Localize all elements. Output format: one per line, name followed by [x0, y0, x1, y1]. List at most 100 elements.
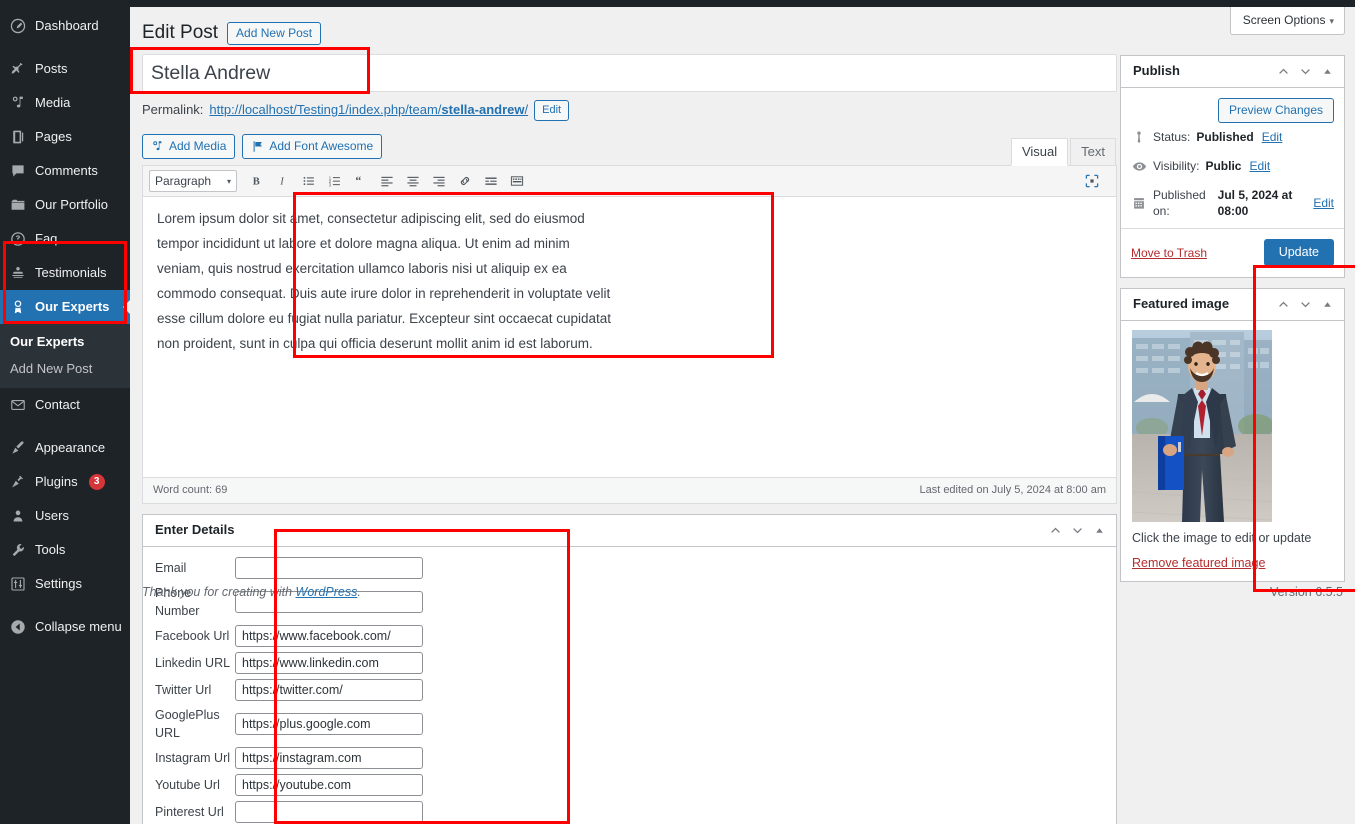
- bold-icon[interactable]: B: [245, 170, 269, 192]
- align-left-icon[interactable]: [375, 170, 399, 192]
- sidebar-item-testimonials[interactable]: Testimonials: [0, 256, 130, 290]
- content-editor: Visual Text Paragraph ▾ B I 123 “ Lorem …: [142, 138, 1117, 505]
- sidebar-item-media[interactable]: Media: [0, 86, 130, 120]
- googleplus-url-field[interactable]: [235, 713, 423, 736]
- sidebar-item-label: Contact: [35, 397, 80, 412]
- move-down-icon[interactable]: [1299, 298, 1312, 311]
- move-down-icon[interactable]: [1071, 524, 1084, 537]
- featured-image-photo: [1132, 330, 1272, 522]
- field-label: GooglePlus URL: [155, 708, 220, 741]
- envelope-icon: [9, 396, 27, 414]
- fullscreen-icon[interactable]: [1080, 170, 1104, 192]
- sidebar-item-collapse-menu[interactable]: Collapse menu: [0, 610, 130, 644]
- edit-visibility-link[interactable]: Edit: [1249, 158, 1270, 174]
- numbered-list-icon[interactable]: 123: [323, 170, 347, 192]
- svg-text:3: 3: [329, 183, 332, 188]
- align-right-icon[interactable]: [427, 170, 451, 192]
- sidebar-item-tools[interactable]: Tools: [0, 533, 130, 567]
- editor-toolbar-wrapper: Visual Text Paragraph ▾ B I 123 “: [143, 138, 1116, 198]
- italic-icon[interactable]: I: [271, 170, 295, 192]
- field-label: Instagram Url: [155, 751, 231, 766]
- pin-icon: [9, 60, 27, 78]
- toolbar-toggle-icon[interactable]: [505, 170, 529, 192]
- sidebar-item-faq[interactable]: Faq: [0, 222, 130, 256]
- dashboard-icon: [9, 17, 27, 35]
- move-up-icon[interactable]: [1277, 65, 1290, 78]
- sidebar-item-posts[interactable]: Posts: [0, 52, 130, 86]
- pinterest-url-field[interactable]: [235, 801, 423, 824]
- bulleted-list-icon[interactable]: [297, 170, 321, 192]
- move-to-trash-link[interactable]: Move to Trash: [1131, 246, 1207, 260]
- sidebar-item-plugins[interactable]: Plugins 3: [0, 465, 130, 499]
- linkedin-url-field[interactable]: [235, 652, 423, 675]
- instagram-url-field[interactable]: [235, 747, 423, 770]
- submenu-item-label: Add New Post: [10, 361, 93, 376]
- toggle-panel-icon[interactable]: [1321, 298, 1334, 311]
- add-new-post-button[interactable]: Add New Post: [227, 21, 322, 45]
- update-button[interactable]: Update: [1263, 239, 1334, 266]
- edit-status-link[interactable]: Edit: [1262, 129, 1283, 145]
- permalink-link[interactable]: http://localhost/Testing1/index.php/team…: [209, 98, 528, 122]
- post-title-wrapper: [142, 54, 1117, 93]
- admin-bar: [130, 0, 1355, 7]
- email-field[interactable]: [235, 557, 423, 580]
- facebook-url-field[interactable]: [235, 625, 423, 648]
- remove-featured-image-link[interactable]: Remove featured image: [1132, 556, 1333, 570]
- link-icon[interactable]: [453, 170, 477, 192]
- plugins-update-badge: 3: [88, 474, 105, 490]
- publish-metabox: Publish Preview Changes Status: Publishe…: [1120, 55, 1345, 278]
- field-label: Facebook Url: [155, 629, 230, 644]
- sidebar-item-label: Posts: [35, 61, 68, 76]
- move-up-icon[interactable]: [1049, 524, 1062, 537]
- sidebar-item-dashboard[interactable]: Dashboard: [0, 9, 130, 43]
- sidebar-item-our-experts[interactable]: Our Experts: [0, 290, 131, 324]
- edit-permalink-button[interactable]: Edit: [534, 99, 570, 121]
- sidebar-item-pages[interactable]: Pages: [0, 120, 130, 154]
- screen-options-button[interactable]: Screen Options ▾: [1229, 7, 1345, 35]
- youtube-url-field[interactable]: [235, 774, 423, 797]
- visibility-label: Visibility:: [1153, 159, 1200, 173]
- insert-read-more-icon[interactable]: [479, 170, 503, 192]
- align-center-icon[interactable]: [401, 170, 425, 192]
- toggle-panel-icon[interactable]: [1093, 524, 1106, 537]
- submenu-item-add-new-post[interactable]: Add New Post: [0, 355, 130, 382]
- add-font-awesome-button[interactable]: Add Font Awesome: [242, 134, 383, 160]
- move-down-icon[interactable]: [1299, 65, 1312, 78]
- svg-text:I: I: [279, 177, 284, 188]
- post-body-content: Permalink: http://localhost/Testing1/ind…: [142, 54, 1117, 824]
- sidebar-item-label: Settings: [35, 576, 82, 591]
- editor-toolbar: Paragraph ▾ B I 123 “: [143, 166, 1116, 198]
- submenu-our-experts: Our Experts Add New Post: [0, 324, 130, 388]
- sidebar-item-label: Appearance: [35, 440, 106, 455]
- eye-icon: [1131, 158, 1147, 174]
- sidebar-item-comments[interactable]: Comments: [0, 154, 130, 188]
- move-up-icon[interactable]: [1277, 298, 1290, 311]
- twitter-url-field[interactable]: [235, 679, 423, 702]
- edit-published-link[interactable]: Edit: [1313, 195, 1334, 211]
- add-media-button[interactable]: Add Media: [142, 134, 236, 160]
- post-status-row: Status: Published Edit: [1131, 123, 1334, 152]
- editor-content-area[interactable]: Lorem ipsum dolor sit amet, consectetur …: [143, 197, 1116, 478]
- sidebar-item-label: Collapse menu: [35, 619, 122, 634]
- phone-number-field[interactable]: [235, 591, 423, 614]
- post-title-input[interactable]: [143, 55, 1116, 92]
- permalink-row: Permalink: http://localhost/Testing1/ind…: [142, 98, 1117, 122]
- field-row-pinterest-url: Pinterest Url: [155, 801, 1104, 824]
- submenu-item-our-experts[interactable]: Our Experts: [0, 328, 130, 355]
- preview-changes-button[interactable]: Preview Changes: [1217, 98, 1334, 123]
- toggle-panel-icon[interactable]: [1321, 65, 1334, 78]
- sidebar-item-contact[interactable]: Contact: [0, 388, 130, 422]
- sidebar-item-appearance[interactable]: Appearance: [0, 431, 130, 465]
- sidebar-item-our-portfolio[interactable]: Our Portfolio: [0, 188, 130, 222]
- field-label: Youtube Url: [155, 778, 220, 793]
- sidebar-item-settings[interactable]: Settings: [0, 567, 130, 601]
- svg-text:B: B: [253, 177, 260, 188]
- sidebar-item-users[interactable]: Users: [0, 499, 130, 533]
- featured-image-thumbnail[interactable]: [1132, 330, 1272, 522]
- format-select[interactable]: Paragraph ▾: [149, 170, 237, 193]
- tab-text[interactable]: Text: [1070, 138, 1116, 167]
- tab-visual[interactable]: Visual: [1010, 138, 1069, 167]
- blockquote-icon[interactable]: “: [349, 170, 373, 192]
- media-buttons-row: Add Media Add Font Awesome: [142, 134, 1117, 160]
- enter-details-title: Enter Details: [155, 522, 235, 538]
